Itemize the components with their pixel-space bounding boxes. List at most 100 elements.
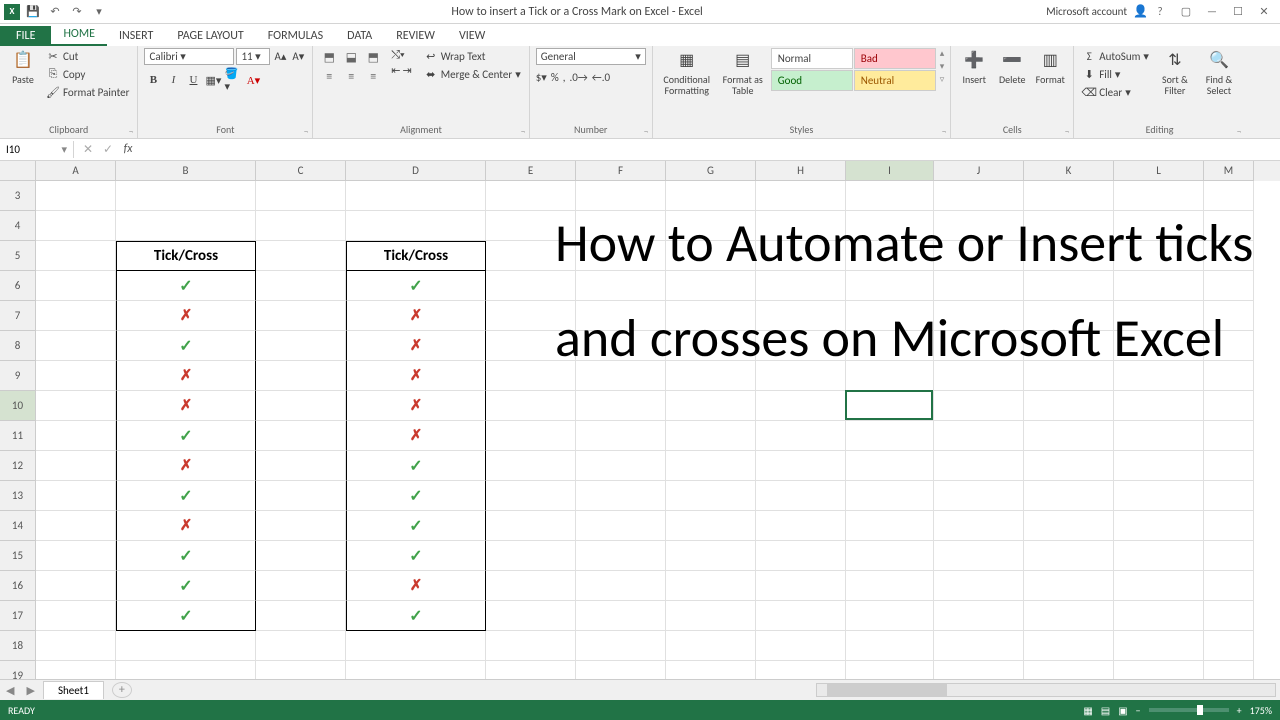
find-select-button[interactable]: 🔍Find & Select: [1199, 48, 1239, 96]
cell-I11[interactable]: [846, 421, 934, 451]
cell-F15[interactable]: [576, 541, 666, 571]
cell-J19[interactable]: [934, 661, 1024, 679]
cell-K11[interactable]: [1024, 421, 1114, 451]
cell-C15[interactable]: [256, 541, 346, 571]
cell-B4[interactable]: [116, 211, 256, 241]
font-name-select[interactable]: Calibri ▾: [144, 48, 234, 65]
cell-K18[interactable]: [1024, 631, 1114, 661]
cell-M14[interactable]: [1204, 511, 1254, 541]
cell-L13[interactable]: [1114, 481, 1204, 511]
cell-A19[interactable]: [36, 661, 116, 679]
enter-fx-icon[interactable]: ✓: [100, 142, 116, 157]
copy-button[interactable]: ⎘Copy: [44, 66, 131, 82]
view-normal-icon[interactable]: ▦: [1083, 704, 1092, 717]
cell-F13[interactable]: [576, 481, 666, 511]
row-head-8[interactable]: 8: [0, 331, 36, 361]
col-head-J[interactable]: J: [934, 161, 1024, 181]
cell-B19[interactable]: [116, 661, 256, 679]
tab-home[interactable]: HOME: [51, 24, 107, 46]
cell-H17[interactable]: [756, 601, 846, 631]
cell-A11[interactable]: [36, 421, 116, 451]
align-middle-icon[interactable]: ⬓: [341, 48, 361, 66]
cell-A10[interactable]: [36, 391, 116, 421]
cell-F18[interactable]: [576, 631, 666, 661]
cell-E14[interactable]: [486, 511, 576, 541]
cell-B3[interactable]: [116, 181, 256, 211]
col-head-I[interactable]: I: [846, 161, 934, 181]
cell-M16[interactable]: [1204, 571, 1254, 601]
col-head-H[interactable]: H: [756, 161, 846, 181]
cell-C11[interactable]: [256, 421, 346, 451]
cell-D8[interactable]: ✗: [346, 331, 486, 361]
cell-E13[interactable]: [486, 481, 576, 511]
align-top-icon[interactable]: ⬒: [319, 48, 339, 66]
row-head-12[interactable]: 12: [0, 451, 36, 481]
cell-B7[interactable]: ✗: [116, 301, 256, 331]
cell-H15[interactable]: [756, 541, 846, 571]
col-head-C[interactable]: C: [256, 161, 346, 181]
cancel-fx-icon[interactable]: ✕: [80, 142, 96, 157]
cell-B16[interactable]: ✓: [116, 571, 256, 601]
cell-K15[interactable]: [1024, 541, 1114, 571]
shrink-font-icon[interactable]: A▾: [290, 48, 306, 65]
cell-J11[interactable]: [934, 421, 1024, 451]
cell-M11[interactable]: [1204, 421, 1254, 451]
fill-button[interactable]: ⬇Fill ▾: [1080, 66, 1151, 82]
cell-F10[interactable]: [576, 391, 666, 421]
cell-G15[interactable]: [666, 541, 756, 571]
cell-D6[interactable]: ✓: [346, 271, 486, 301]
zoom-in-icon[interactable]: +: [1237, 704, 1242, 717]
formula-input[interactable]: [142, 148, 1280, 152]
cell-M12[interactable]: [1204, 451, 1254, 481]
tab-view[interactable]: VIEW: [447, 26, 497, 46]
cell-J17[interactable]: [934, 601, 1024, 631]
row-head-5[interactable]: 5: [0, 241, 36, 271]
cell-J18[interactable]: [934, 631, 1024, 661]
col-head-B[interactable]: B: [116, 161, 256, 181]
cell-I19[interactable]: [846, 661, 934, 679]
cell-E18[interactable]: [486, 631, 576, 661]
cell-C12[interactable]: [256, 451, 346, 481]
cell-A5[interactable]: [36, 241, 116, 271]
increase-decimal-icon[interactable]: .0→: [569, 71, 587, 84]
cell-D13[interactable]: ✓: [346, 481, 486, 511]
cell-B15[interactable]: ✓: [116, 541, 256, 571]
row-head-7[interactable]: 7: [0, 301, 36, 331]
row-head-3[interactable]: 3: [0, 181, 36, 211]
cell-C8[interactable]: [256, 331, 346, 361]
cell-J14[interactable]: [934, 511, 1024, 541]
cell-B12[interactable]: ✗: [116, 451, 256, 481]
style-bad[interactable]: Bad: [854, 48, 936, 69]
cell-G17[interactable]: [666, 601, 756, 631]
cell-G14[interactable]: [666, 511, 756, 541]
cell-A3[interactable]: [36, 181, 116, 211]
comma-icon[interactable]: ,: [563, 71, 566, 84]
cell-E17[interactable]: [486, 601, 576, 631]
decrease-decimal-icon[interactable]: ←.0: [592, 71, 610, 84]
cell-H10[interactable]: [756, 391, 846, 421]
font-color-button[interactable]: A▾: [244, 71, 262, 89]
maximize-icon[interactable]: ☐: [1226, 5, 1250, 18]
currency-icon[interactable]: $▾: [536, 71, 547, 84]
percent-icon[interactable]: %: [551, 71, 559, 84]
cut-button[interactable]: ✂Cut: [44, 48, 131, 64]
cell-F17[interactable]: [576, 601, 666, 631]
cell-L14[interactable]: [1114, 511, 1204, 541]
cell-C9[interactable]: [256, 361, 346, 391]
align-left-icon[interactable]: ≡: [319, 68, 339, 86]
cell-K12[interactable]: [1024, 451, 1114, 481]
cell-J12[interactable]: [934, 451, 1024, 481]
row-head-9[interactable]: 9: [0, 361, 36, 391]
delete-cells-button[interactable]: ➖Delete: [995, 48, 1029, 85]
grow-font-icon[interactable]: A▴: [272, 48, 288, 65]
cell-C5[interactable]: [256, 241, 346, 271]
cell-I12[interactable]: [846, 451, 934, 481]
cell-E12[interactable]: [486, 451, 576, 481]
clear-button[interactable]: ⌫Clear ▾: [1080, 84, 1151, 100]
cell-E16[interactable]: [486, 571, 576, 601]
cell-L10[interactable]: [1114, 391, 1204, 421]
cell-A7[interactable]: [36, 301, 116, 331]
cell-G12[interactable]: [666, 451, 756, 481]
cell-M13[interactable]: [1204, 481, 1254, 511]
account-label[interactable]: Microsoft account: [1046, 5, 1133, 18]
